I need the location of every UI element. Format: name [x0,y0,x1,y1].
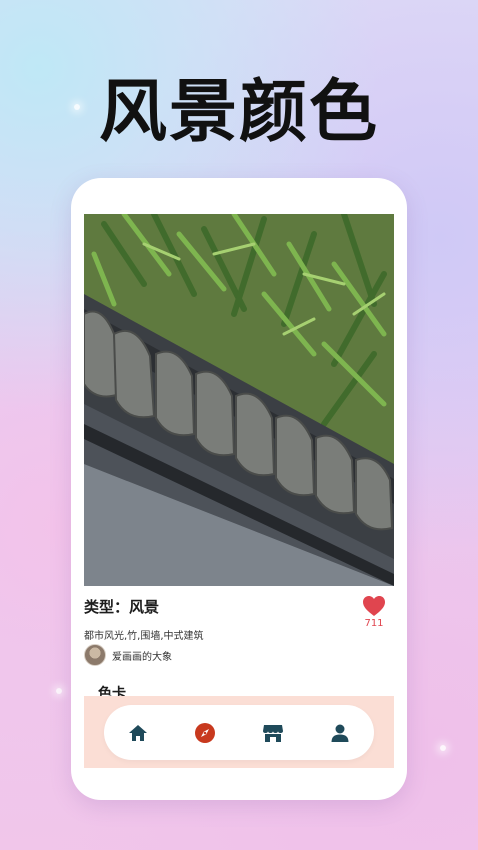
phone-frame: 类型：风景 都市风光,竹,围墙,中式建筑 爱画画的大象 711 色卡 [71,178,407,800]
nav-discover[interactable] [187,715,223,751]
like-count: 711 [364,618,384,629]
type-label: 类型：风景 [84,598,160,616]
sparkle [56,688,62,694]
nav-profile[interactable] [322,715,358,751]
nav-home[interactable] [120,715,156,751]
nav-store[interactable] [255,715,291,751]
page-title: 风景颜色 [98,73,379,152]
compass-icon [195,722,216,743]
like-button[interactable]: 711 [354,595,394,629]
scenery-photo[interactable] [84,214,394,586]
author-name[interactable]: 爱画画的大象 [112,648,172,663]
store-icon [262,724,283,742]
heart-icon [363,596,385,616]
author-row[interactable]: 爱画画的大象 [84,644,172,666]
bamboo-wall-image [84,214,394,586]
info-section: 类型：风景 都市风光,竹,围墙,中式建筑 爱画画的大象 [84,596,394,666]
bottom-nav [104,705,374,760]
sparkle [440,745,446,751]
avatar[interactable] [84,644,106,666]
home-icon [128,724,147,741]
user-icon [331,724,349,742]
tags-text: 都市风光,竹,围墙,中式建筑 [84,631,204,642]
